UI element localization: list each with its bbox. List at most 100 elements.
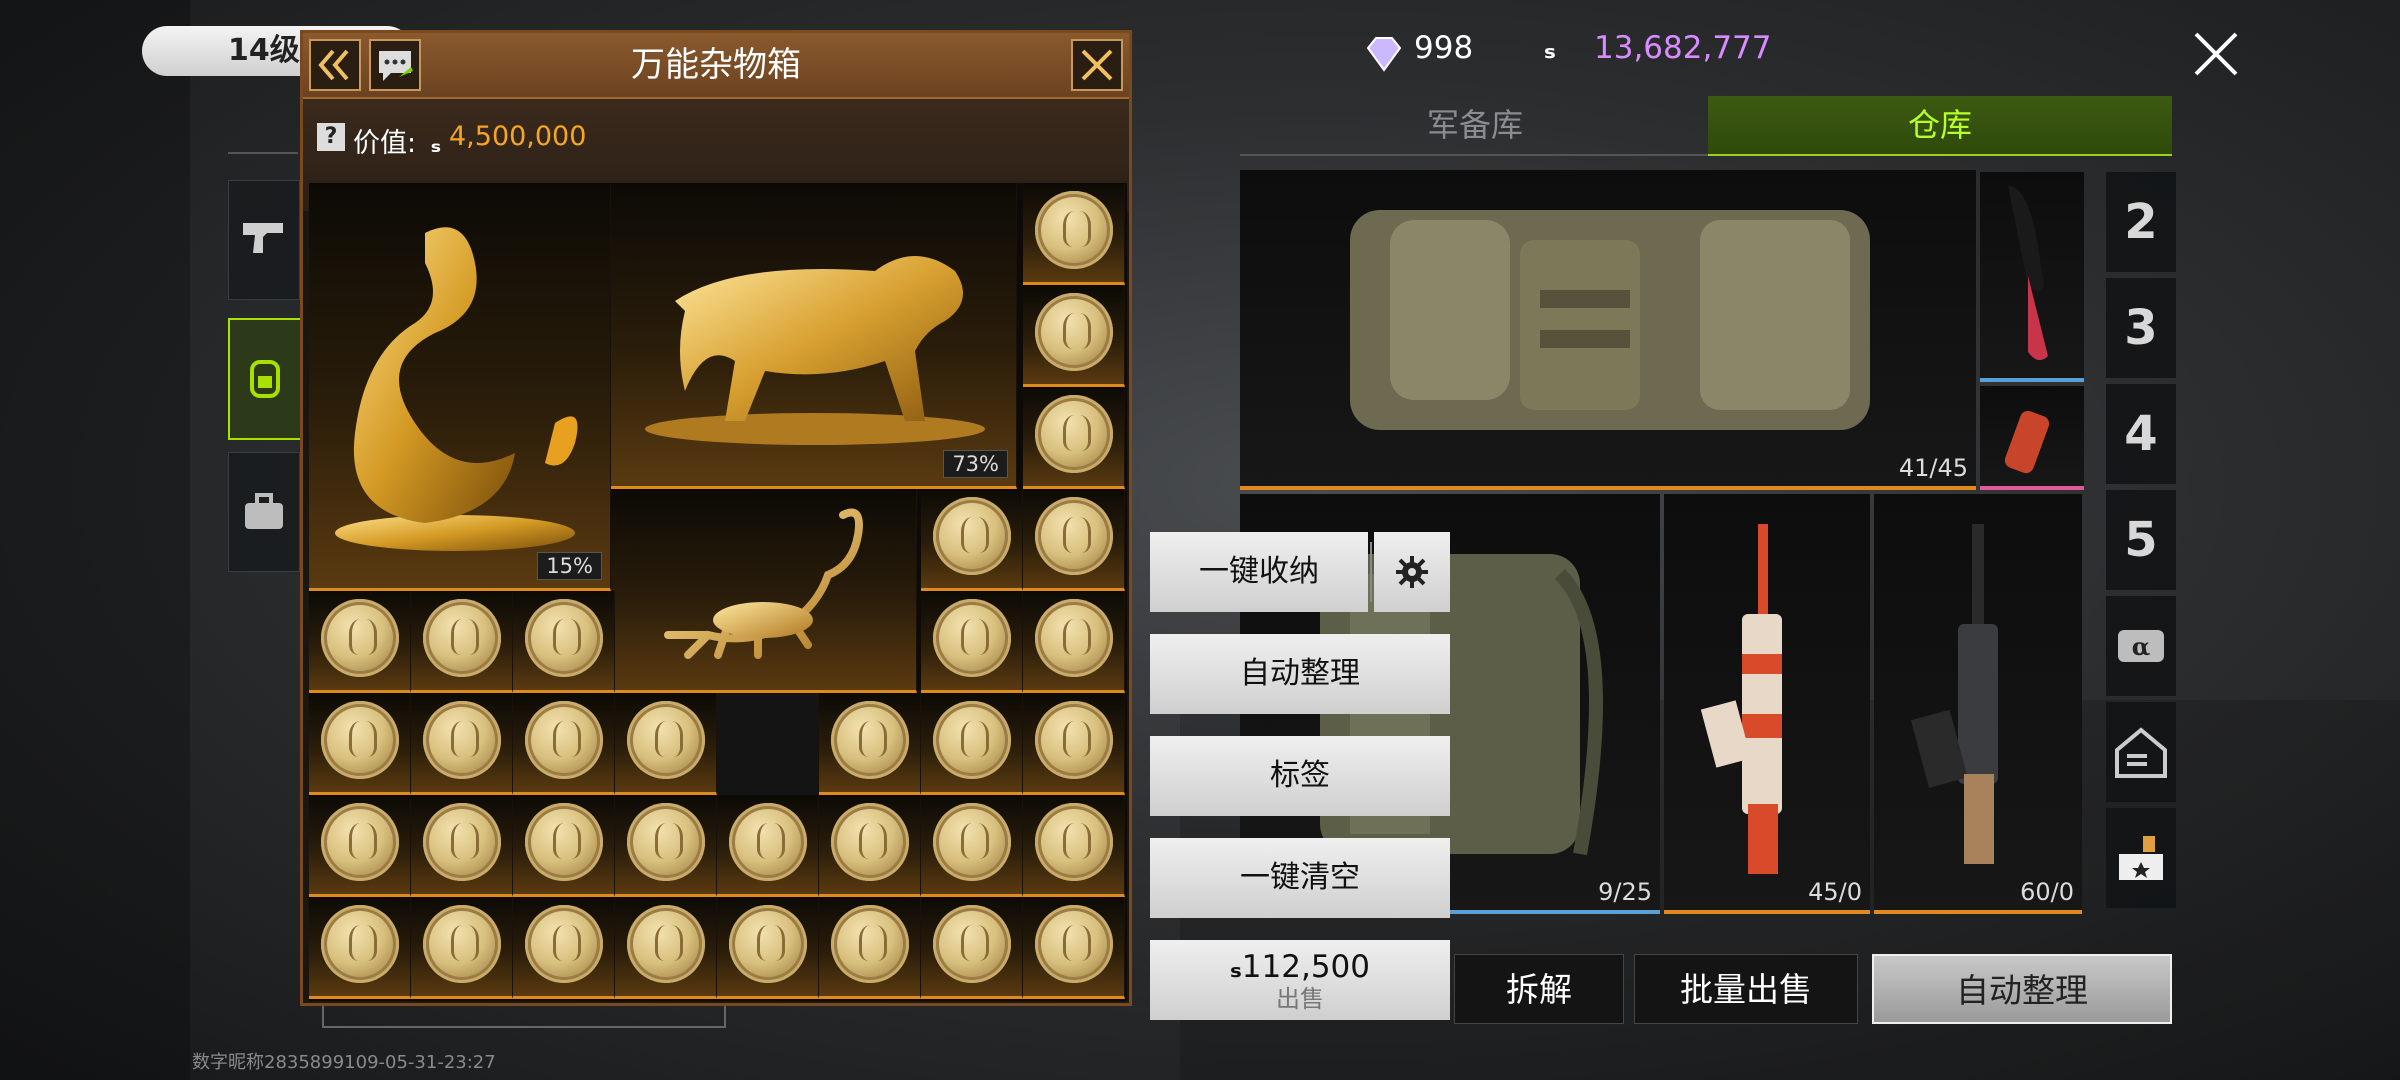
- coin-icon: ₛ: [1544, 30, 1556, 66]
- close-icon[interactable]: [2186, 24, 2246, 84]
- value-amount: 4,500,000: [449, 121, 587, 152]
- rifle-icon: [1700, 524, 1782, 874]
- coin-item[interactable]: [819, 795, 921, 897]
- coin-item[interactable]: [513, 693, 615, 795]
- side-tab-house[interactable]: [2106, 702, 2176, 802]
- house-icon: [2115, 727, 2167, 778]
- empty-slot[interactable]: [717, 693, 819, 795]
- gold-coin-icon: [729, 803, 807, 881]
- side-tab-2[interactable]: 2: [2106, 172, 2176, 272]
- percent-badge: 15%: [537, 552, 602, 580]
- side-tab-case[interactable]: [228, 452, 300, 572]
- gold-coin-icon: [525, 905, 603, 983]
- tab-armory[interactable]: 军备库: [1240, 96, 1710, 156]
- coin-item[interactable]: [921, 591, 1023, 693]
- coin-item[interactable]: [1023, 285, 1125, 387]
- coin-item[interactable]: [411, 591, 513, 693]
- coin-item[interactable]: [309, 693, 411, 795]
- diamond-count: 998: [1414, 30, 1474, 66]
- coin-item[interactable]: [615, 693, 717, 795]
- item-dragon[interactable]: 15%: [309, 183, 611, 591]
- settings-button[interactable]: [1374, 532, 1450, 612]
- side-tab-weapons[interactable]: [228, 180, 300, 300]
- side-tab-4[interactable]: 4: [2106, 384, 2176, 484]
- crate-title: 万能杂物箱: [631, 45, 801, 85]
- coin-item[interactable]: [921, 795, 1023, 897]
- gold-tiger-statue-icon: [645, 256, 985, 445]
- item-scorpion[interactable]: [611, 489, 917, 693]
- side-tab-3[interactable]: 3: [2106, 278, 2176, 378]
- coin-item[interactable]: [819, 693, 921, 795]
- auto-sort-menu-button[interactable]: 自动整理: [1150, 634, 1450, 714]
- gold-coin-icon: [1035, 599, 1113, 677]
- coin-item[interactable]: [1023, 897, 1125, 999]
- coin-item[interactable]: [411, 795, 513, 897]
- item-tiger[interactable]: 73%: [611, 183, 1017, 489]
- help-icon[interactable]: ?: [317, 123, 345, 151]
- coin-item[interactable]: [1023, 693, 1125, 795]
- gold-coin-icon: [321, 599, 399, 677]
- bulk-sell-button[interactable]: 批量出售: [1634, 954, 1858, 1024]
- side-tab-shop[interactable]: [2106, 808, 2176, 908]
- crate-panel: 万能杂物箱 ? 价值: ₛ 4,500,000 15% 73%: [300, 30, 1132, 1006]
- coin-item[interactable]: [1023, 387, 1125, 489]
- coin-item[interactable]: [309, 795, 411, 897]
- gold-coin-icon: [831, 701, 909, 779]
- coin-item[interactable]: [513, 897, 615, 999]
- coin-item[interactable]: [411, 693, 513, 795]
- coin-item[interactable]: [411, 897, 513, 999]
- slot-lighter[interactable]: [1980, 386, 2084, 490]
- side-tab-alpha[interactable]: α: [2106, 596, 2176, 696]
- coin-item[interactable]: [309, 897, 411, 999]
- slot-backpack[interactable]: 41/45: [1240, 170, 1976, 490]
- tag-button[interactable]: 标签: [1150, 736, 1450, 816]
- side-tab-backpack[interactable]: [228, 318, 302, 440]
- coin-item[interactable]: [717, 897, 819, 999]
- backpack-item-icon: [1350, 210, 1870, 430]
- coin-item[interactable]: [1023, 183, 1125, 285]
- coin-item[interactable]: [1023, 489, 1125, 591]
- chat-button[interactable]: [369, 39, 421, 91]
- sell-button[interactable]: ₛ112,500 出售: [1150, 940, 1450, 1020]
- gold-coin-icon: [1035, 497, 1113, 575]
- one-click-clear-button[interactable]: 一键清空: [1150, 838, 1450, 918]
- dismantle-button[interactable]: 拆解: [1454, 954, 1624, 1024]
- gold-coin-icon: [627, 803, 705, 881]
- gold-coin-icon: [321, 701, 399, 779]
- coin-item[interactable]: [1023, 795, 1125, 897]
- gold-coin-icon: [933, 701, 1011, 779]
- gold-coin-icon: [831, 803, 909, 881]
- coin-count: 13,682,777: [1594, 30, 1772, 66]
- coin-item[interactable]: [921, 897, 1023, 999]
- gold-coin-icon: [933, 905, 1011, 983]
- coin-item[interactable]: [615, 897, 717, 999]
- slot-knife[interactable]: [1980, 172, 2084, 382]
- close-crate-button[interactable]: [1071, 39, 1123, 91]
- slot-rifle-camo[interactable]: 45/0: [1664, 494, 1870, 914]
- gold-coin-icon: [1035, 395, 1113, 473]
- auto-sort-button[interactable]: 自动整理: [1872, 954, 2172, 1024]
- gold-coin-icon: [423, 701, 501, 779]
- gold-coin-icon: [1035, 191, 1113, 269]
- coin-item[interactable]: [513, 591, 615, 693]
- coin-item[interactable]: [1023, 591, 1125, 693]
- knife-icon: [2008, 186, 2048, 361]
- coin-item[interactable]: [921, 693, 1023, 795]
- coin-item[interactable]: [615, 795, 717, 897]
- svg-text:α: α: [2132, 632, 2150, 661]
- tab-warehouse[interactable]: 仓库: [1708, 96, 2172, 156]
- sell-label: 出售: [1276, 985, 1324, 1013]
- slot-rifle-black[interactable]: 60/0: [1874, 494, 2082, 914]
- coin-item[interactable]: [309, 591, 411, 693]
- slot-count: 45/0: [1808, 878, 1862, 906]
- slot-count: 41/45: [1898, 454, 1968, 482]
- gold-coin-icon: [1035, 905, 1113, 983]
- collapse-button[interactable]: [309, 39, 361, 91]
- side-tab-5[interactable]: 5: [2106, 490, 2176, 590]
- one-click-store-button[interactable]: 一键收纳: [1150, 532, 1368, 612]
- coin-item[interactable]: [717, 795, 819, 897]
- coin-item[interactable]: [921, 489, 1023, 591]
- coin-item[interactable]: [513, 795, 615, 897]
- gold-coin-icon: [831, 905, 909, 983]
- coin-item[interactable]: [819, 897, 921, 999]
